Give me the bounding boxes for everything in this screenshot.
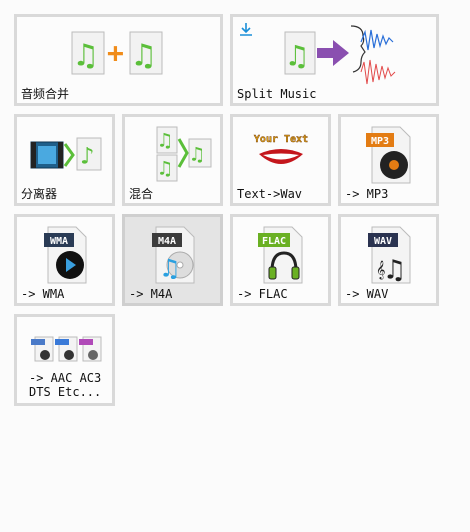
svg-text:𝄞: 𝄞 [376, 260, 385, 280]
tile-label: 分离器 [21, 187, 58, 201]
svg-text:♫: ♫ [162, 254, 178, 284]
format-badge: MP3 [370, 136, 388, 147]
format-badge: WMA [49, 236, 67, 247]
wav-file-icon: WAV 𝄞 ♫ [341, 223, 436, 287]
tile-label: 混合 [129, 187, 154, 201]
lips-text: Your Text [253, 134, 307, 145]
tile-label: -> MP3 [345, 187, 389, 201]
tile-label: Text->Wav [237, 187, 303, 201]
flac-file-icon: FLAC [233, 223, 328, 287]
mp3-file-icon: MP3 [341, 123, 436, 187]
tile-to-flac[interactable]: FLAC -> FLAC [230, 214, 331, 306]
tile-to-m4a[interactable]: M4A ♫ -> M4A [122, 214, 223, 306]
tile-to-wma[interactable]: WMA -> WMA [14, 214, 115, 306]
format-badge: FLAC [261, 236, 285, 247]
tile-label: -> FLAC [237, 287, 288, 301]
mix-icon: ♫ ♫ ♫ [125, 123, 220, 187]
svg-text:♫: ♫ [159, 156, 171, 180]
svg-text:♫: ♫ [386, 253, 403, 285]
tile-audio-merge[interactable]: ♫ + ♫ 音频合并 [14, 14, 223, 106]
tile-splitter[interactable]: ♪ 分离器 [14, 114, 115, 206]
speaking-lips-icon: Your Text [233, 123, 328, 187]
wma-file-icon: WMA [17, 223, 112, 287]
format-badge: WAV [373, 236, 391, 247]
multi-format-icon [17, 329, 112, 369]
tile-mix[interactable]: ♫ ♫ ♫ 混合 [122, 114, 223, 206]
tile-label: Split Music [237, 87, 317, 101]
svg-text:♪: ♪ [80, 142, 94, 170]
svg-text:♫: ♫ [76, 36, 95, 74]
svg-text:♫: ♫ [159, 128, 171, 152]
tile-label: -> WAV [345, 287, 389, 301]
video-to-audio-icon: ♪ [17, 123, 112, 187]
tile-text-to-wav[interactable]: Your Text Text->Wav [230, 114, 331, 206]
tile-split-music[interactable]: ♫ Split Music [230, 14, 439, 106]
svg-text:♫: ♫ [288, 39, 306, 74]
svg-text:♫: ♫ [191, 142, 203, 166]
tile-to-mp3[interactable]: MP3 -> MP3 [338, 114, 439, 206]
tile-label: 音频合并 [21, 87, 70, 101]
format-badge: M4A [157, 236, 175, 247]
tile-to-aac-ac3-dts[interactable]: -> AAC AC3 DTS Etc... [14, 314, 115, 406]
m4a-file-icon: M4A ♫ [125, 223, 220, 287]
tile-label: -> AAC AC3 DTS Etc... [29, 371, 102, 399]
svg-text:+: + [107, 36, 124, 69]
svg-text:♫: ♫ [134, 36, 153, 74]
tile-to-wav[interactable]: WAV 𝄞 ♫ -> WAV [338, 214, 439, 306]
tile-label: -> M4A [129, 287, 173, 301]
tile-label: -> WMA [21, 287, 65, 301]
